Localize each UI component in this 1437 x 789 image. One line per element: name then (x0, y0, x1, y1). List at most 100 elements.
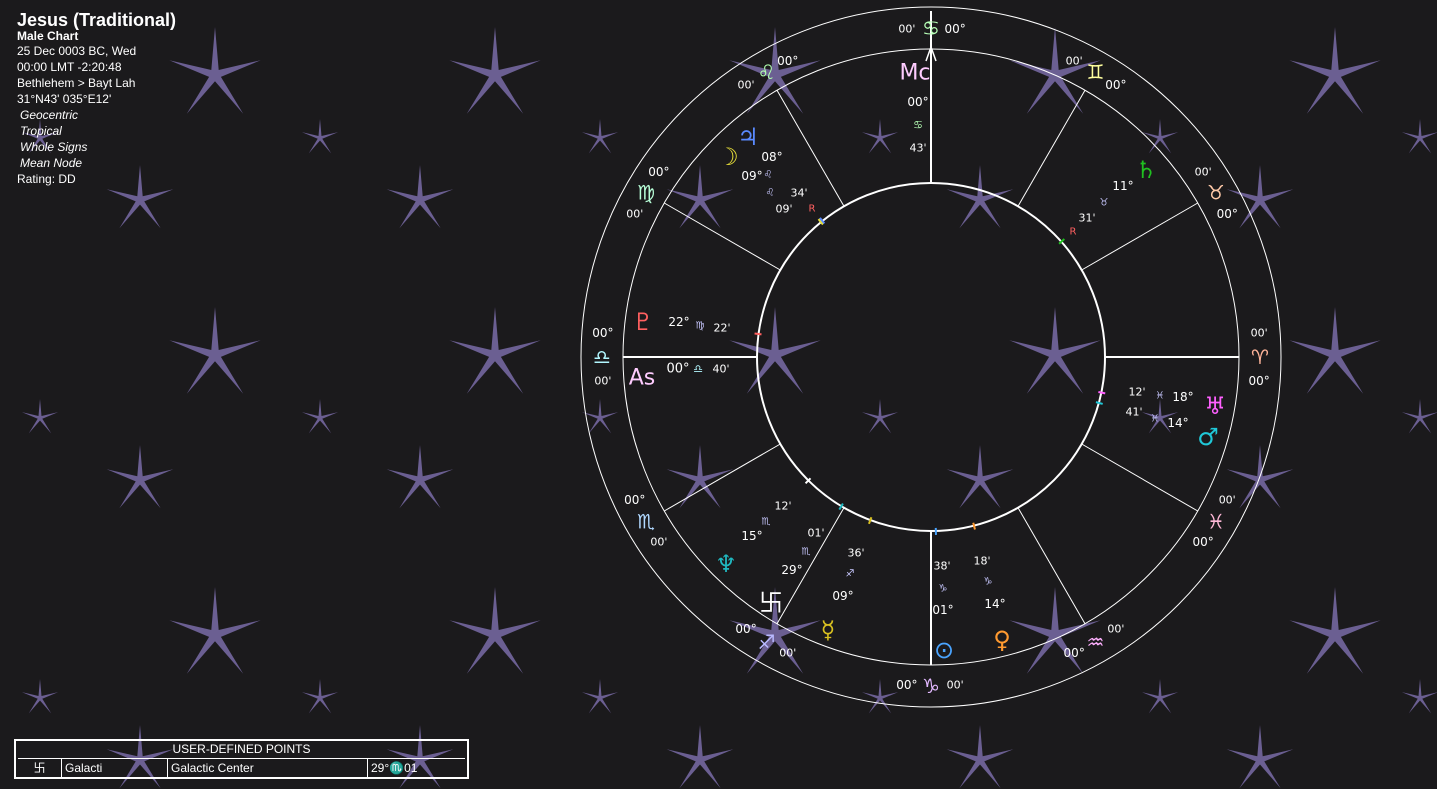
capricorn-sign-icon: ♑ (922, 674, 940, 698)
planet-tick (754, 332, 762, 336)
mars-degree: 14° (1167, 416, 1188, 430)
sign-cusp-degree: 00° (1248, 374, 1269, 388)
sign-cusp-minute: 00' (1107, 623, 1124, 636)
mercury-icon: ☿ (821, 616, 836, 644)
natal-wheel[interactable]: ♈00°00'♉00°00'♊00°00'♋ 00°00'♌ 00°00'♍00°0… (0, 0, 1437, 789)
sign-cusp-minute: 00' (779, 647, 796, 660)
saturn-sign-icon: ♉ (1100, 198, 1109, 209)
venus-minute: 18' (973, 555, 990, 568)
sign-cusp-degree: 00° (777, 54, 798, 68)
uranus-minute: 12' (1128, 386, 1145, 399)
neptune-icon: ♆ (715, 550, 737, 578)
mercury-minute: 36' (847, 547, 864, 560)
house-cusp-line (1017, 507, 1086, 624)
cancer-sign-icon: ♋ (922, 16, 940, 40)
neptune-sign-icon: ♏ (802, 547, 811, 558)
moon-icon: ☽ (717, 143, 739, 171)
sign-cusp-minute: 00' (594, 375, 611, 388)
taurus-sign-icon: ♉ (1207, 181, 1225, 205)
aries-sign-icon: ♈ (1251, 345, 1269, 369)
planet-tick (1095, 401, 1103, 405)
sign-cusp-degree: 00° (592, 326, 613, 340)
mars-sign-icon: ♓ (1151, 414, 1160, 425)
midheaven-label: Mc (899, 61, 930, 86)
neptune-minute: 01' (807, 527, 824, 540)
mercury-sign-icon: ♐ (846, 569, 855, 580)
moon-minute: 09' (775, 203, 792, 216)
sign-cusp-minute: 00' (1066, 54, 1083, 67)
sign-cusp-degree: 00° (896, 678, 917, 692)
sign-cusp-minute: 00' (1195, 166, 1212, 179)
house-cusp-line (1081, 202, 1198, 271)
libra-sign-icon: ♎ (593, 345, 611, 369)
venus-degree: 14° (984, 597, 1005, 611)
jupiter-icon: ♃ (737, 123, 759, 151)
scorpio-sign-icon: ♏ (637, 510, 655, 534)
ascendant-label: As (629, 366, 656, 391)
jupiter-sign-icon: ♌ (766, 188, 775, 199)
user-defined-points-table: USER-DEFINED POINTS 卐 Galacti Galactic C… (14, 739, 469, 779)
galactic-center-icon: 卐 (18, 759, 62, 777)
sagittarius-sign-icon: ♐ (758, 630, 776, 654)
ascendant-minute: 40' (712, 363, 729, 376)
sun-icon: ⊙ (934, 636, 954, 664)
pluto-sign-icon: ♍ (696, 321, 705, 332)
pluto-minute: 22' (713, 322, 730, 335)
venus-icon: ♀ (993, 626, 1011, 654)
uranus-degree: 18° (1172, 390, 1193, 404)
gemini-sign-icon: ♊ (1087, 60, 1105, 84)
udp-header: USER-DEFINED POINTS (18, 741, 465, 759)
galactic-center-minute: 12' (774, 500, 791, 513)
sign-cusp-degree: 00° (648, 165, 669, 179)
saturn-retrograde-marker: R (1070, 227, 1077, 238)
jupiter-retrograde-marker: R (809, 204, 816, 215)
sun-degree: 01° (932, 603, 953, 617)
udp-position: 29°♏01 (371, 761, 418, 775)
galactic-center-icon: 卐 (759, 589, 783, 617)
sign-cusp-degree: 00° (1105, 78, 1126, 92)
house-cusp-line (776, 90, 845, 207)
aquarius-sign-icon: ♒ (1087, 630, 1105, 654)
sign-cusp-degree: 00° (944, 22, 965, 36)
sun-sign-icon: ♑ (939, 584, 948, 595)
house-cusp-line (664, 202, 781, 271)
sign-cusp-minute: 00' (1251, 326, 1268, 339)
galactic-center-sign-icon: ♏ (762, 517, 771, 528)
midheaven-degree: 00° (907, 95, 928, 109)
sign-cusp-degree: 00° (1064, 646, 1085, 660)
ascendant-sign-icon: ♎ (693, 363, 703, 376)
sun-minute: 38' (933, 560, 950, 573)
pluto-icon: ♇ (632, 308, 654, 336)
mars-icon: ♂ (1197, 423, 1219, 451)
neptune-degree: 29° (781, 563, 802, 577)
uranus-sign-icon: ♓ (1156, 391, 1165, 402)
udp-short-name: Galacti (62, 759, 168, 777)
sign-cusp-minute: 00' (1219, 494, 1236, 507)
planet-tick (972, 522, 976, 530)
leo-sign-icon: ♌ (758, 60, 776, 84)
table-row[interactable]: 卐 Galacti Galactic Center 29°♏01 (18, 759, 465, 777)
pluto-degree: 22° (668, 315, 689, 329)
sign-cusp-degree: 00° (1217, 207, 1238, 221)
mars-minute: 41' (1125, 406, 1142, 419)
sign-cusp-minute: 00' (947, 679, 964, 692)
sign-cusp-minute: 00' (650, 535, 667, 548)
sign-cusp-degree: 00° (1192, 535, 1213, 549)
ascendant-degree: 00° (666, 362, 689, 377)
saturn-degree: 11° (1112, 179, 1133, 193)
house-cusp-line (1017, 90, 1086, 207)
midheaven-minute: 43' (909, 142, 926, 155)
saturn-minute: 31' (1078, 212, 1095, 225)
mercury-degree: 09° (832, 589, 853, 603)
house-cusp-line (664, 443, 781, 512)
planet-tick (868, 516, 873, 525)
sign-cusp-minute: 00' (898, 22, 915, 35)
venus-sign-icon: ♑ (984, 577, 993, 588)
moon-sign-icon: ♌ (764, 170, 773, 181)
sign-cusp-degree: 00° (735, 622, 756, 636)
uranus-icon: ♅ (1204, 392, 1226, 420)
jupiter-degree: 08° (761, 150, 782, 164)
moon-degree: 09° (741, 169, 762, 183)
sign-cusp-degree: 00° (624, 493, 645, 507)
house-cusp-line (1081, 443, 1198, 512)
